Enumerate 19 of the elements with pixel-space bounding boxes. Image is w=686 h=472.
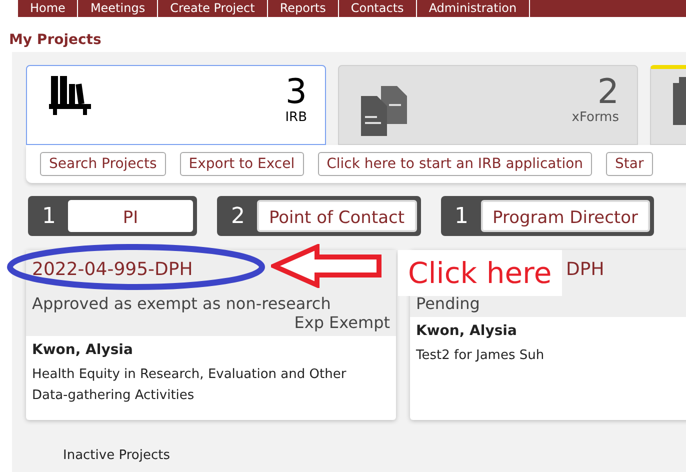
click-here-tooltip: Click here bbox=[398, 250, 562, 296]
project-title: Health Equity in Research, Evaluation and Other Data-gathering Activities bbox=[31, 366, 348, 405]
tile-label: xForms bbox=[572, 110, 619, 125]
investigator-name: Kwon, Alysia bbox=[31, 341, 134, 360]
project-type: Exp Exempt bbox=[293, 313, 390, 332]
role-count: 1 bbox=[454, 204, 470, 228]
role-count: 2 bbox=[230, 204, 246, 228]
project-status: Approved as exempt as non-research bbox=[32, 294, 332, 313]
investigator-name: Kwon, Alysia bbox=[415, 322, 518, 341]
project-title: Test2 for James Suh bbox=[415, 347, 546, 365]
role-label: Point of Contact bbox=[257, 200, 417, 232]
tile-count: 3 bbox=[285, 74, 307, 110]
role-label: Program Director bbox=[480, 200, 650, 232]
page-title: My Projects bbox=[8, 31, 102, 50]
project-status: Pending bbox=[416, 294, 481, 313]
tile-count: 2 bbox=[597, 74, 619, 110]
role-count: 1 bbox=[41, 204, 57, 228]
role-label: PI bbox=[68, 200, 193, 232]
tile-label: IRB bbox=[285, 110, 307, 125]
